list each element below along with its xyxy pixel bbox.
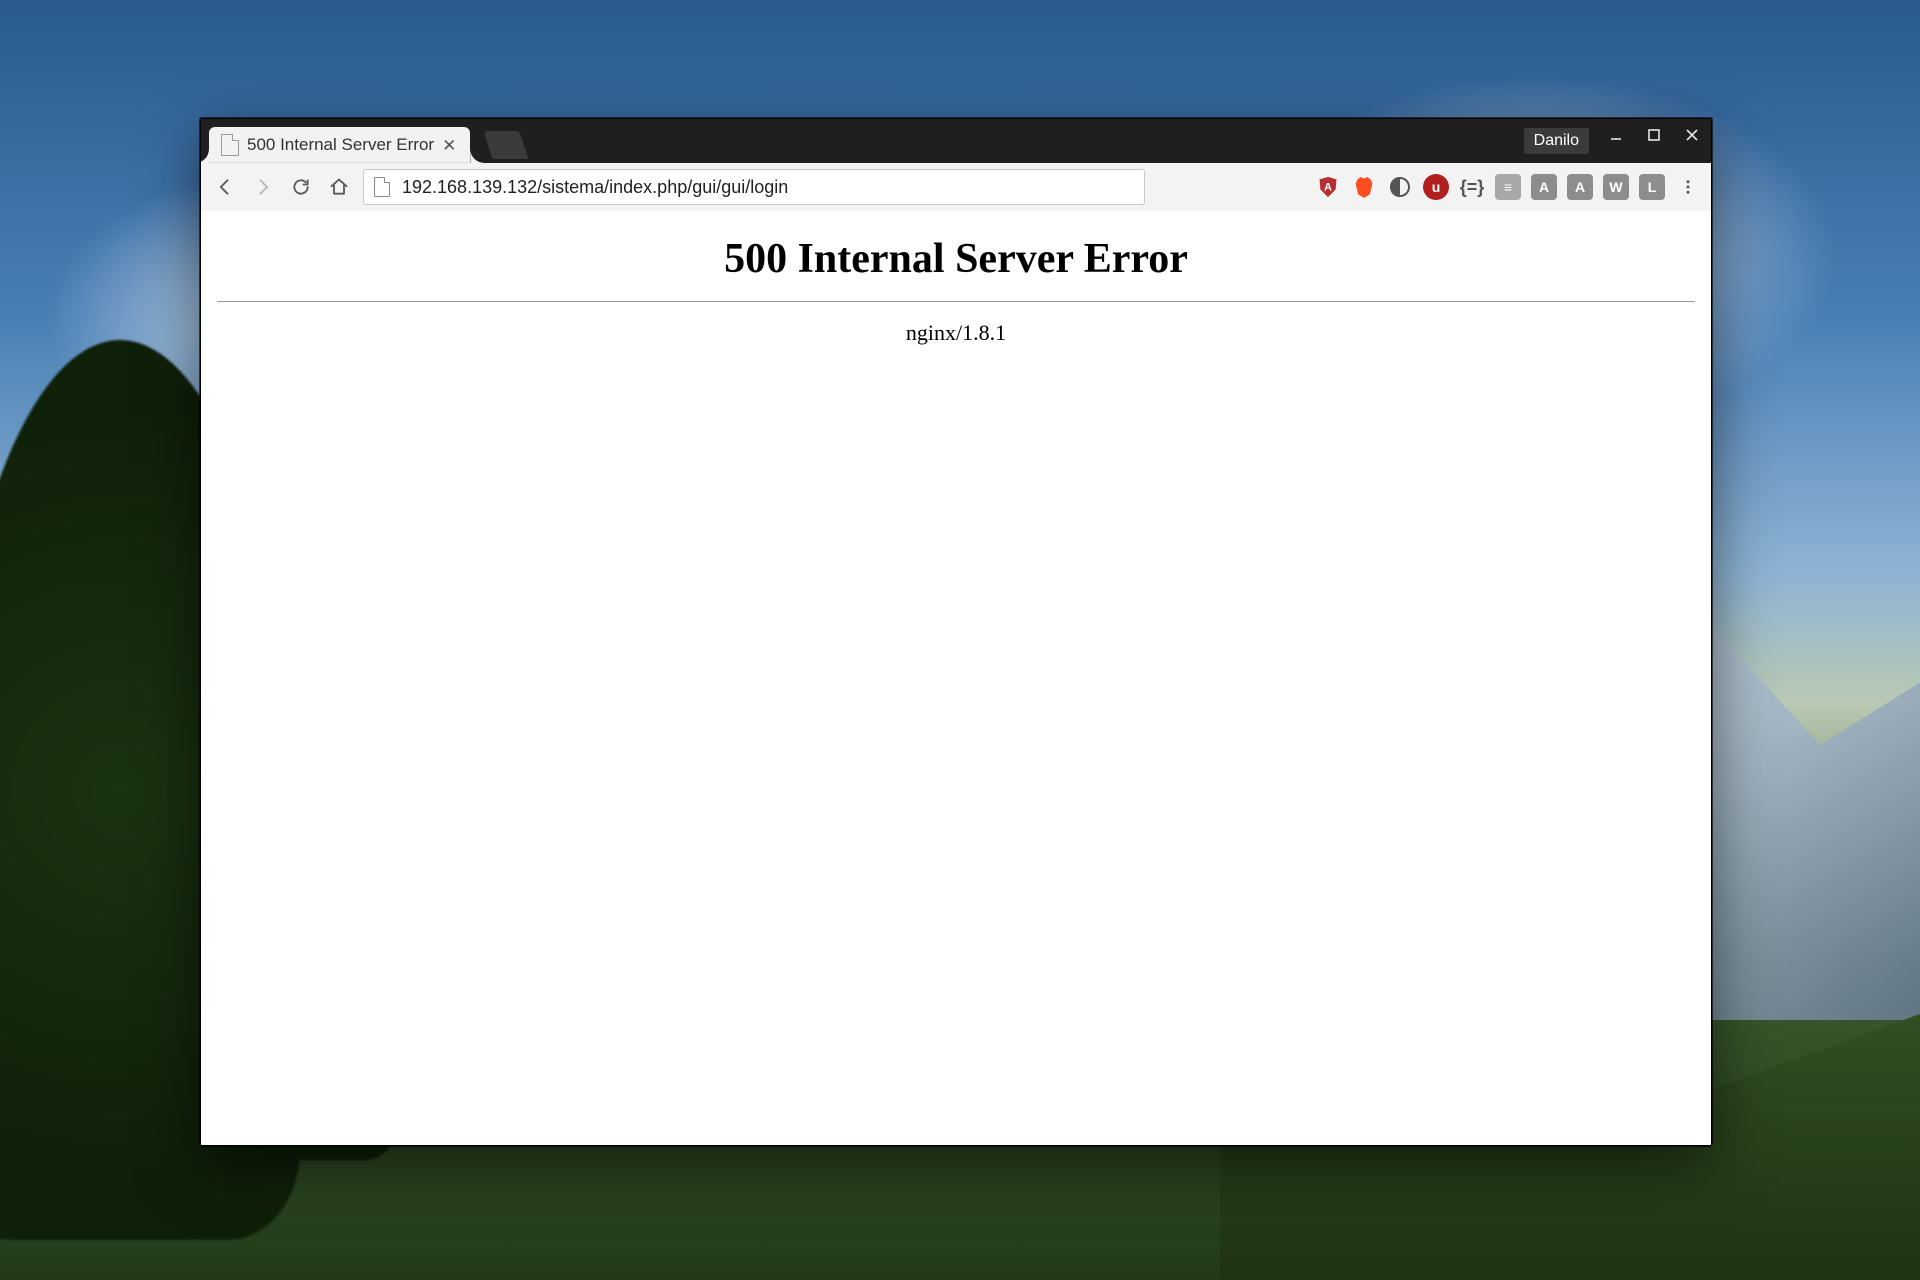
browser-tab[interactable]: 500 Internal Server Error ✕	[209, 127, 470, 163]
error-heading: 500 Internal Server Error	[217, 235, 1695, 283]
profile-badge[interactable]: Danilo	[1524, 128, 1589, 154]
ext-l-icon[interactable]: L	[1639, 174, 1665, 200]
ext-a2-icon[interactable]: A	[1531, 174, 1557, 200]
page-icon	[374, 177, 390, 197]
home-button[interactable]	[325, 173, 353, 201]
window-titlebar: 500 Internal Server Error ✕ Danilo	[201, 119, 1711, 163]
browser-toolbar: Au{=}≡AAWL	[201, 163, 1711, 212]
angular-icon[interactable]: A	[1315, 174, 1341, 200]
window-close-button[interactable]	[1673, 121, 1711, 149]
divider	[217, 301, 1695, 302]
url-input[interactable]	[400, 176, 1134, 199]
browser-menu-button[interactable]	[1675, 174, 1701, 200]
svg-text:A: A	[1324, 181, 1332, 193]
ext-db-icon[interactable]: ≡	[1495, 174, 1521, 200]
braces-icon[interactable]: {=}	[1459, 174, 1485, 200]
reload-button[interactable]	[287, 173, 315, 201]
window-controls: Danilo	[1524, 119, 1711, 163]
extensions-area: Au{=}≡AAWL	[1315, 174, 1665, 200]
tab-strip: 500 Internal Server Error ✕	[201, 119, 1524, 163]
page-viewport[interactable]: 500 Internal Server Error nginx/1.8.1	[201, 211, 1711, 1145]
tab-title: 500 Internal Server Error	[247, 135, 434, 155]
new-tab-button[interactable]	[484, 131, 529, 159]
address-bar[interactable]	[363, 169, 1145, 205]
ublock-icon[interactable]: u	[1423, 174, 1449, 200]
window-maximize-button[interactable]	[1635, 121, 1673, 149]
forward-button[interactable]	[249, 173, 277, 201]
ext-a3-icon[interactable]: A	[1567, 174, 1593, 200]
brave-icon[interactable]	[1351, 174, 1377, 200]
server-signature: nginx/1.8.1	[217, 320, 1695, 346]
back-button[interactable]	[211, 173, 239, 201]
contrast-icon[interactable]	[1387, 174, 1413, 200]
browser-window: 500 Internal Server Error ✕ Danilo	[200, 118, 1712, 1146]
file-icon	[221, 134, 239, 156]
window-minimize-button[interactable]	[1597, 121, 1635, 149]
error-page: 500 Internal Server Error nginx/1.8.1	[201, 211, 1711, 356]
desktop-wallpaper: 500 Internal Server Error ✕ Danilo	[0, 0, 1920, 1280]
ext-w-icon[interactable]: W	[1603, 174, 1629, 200]
tab-close-button[interactable]: ✕	[442, 137, 456, 154]
